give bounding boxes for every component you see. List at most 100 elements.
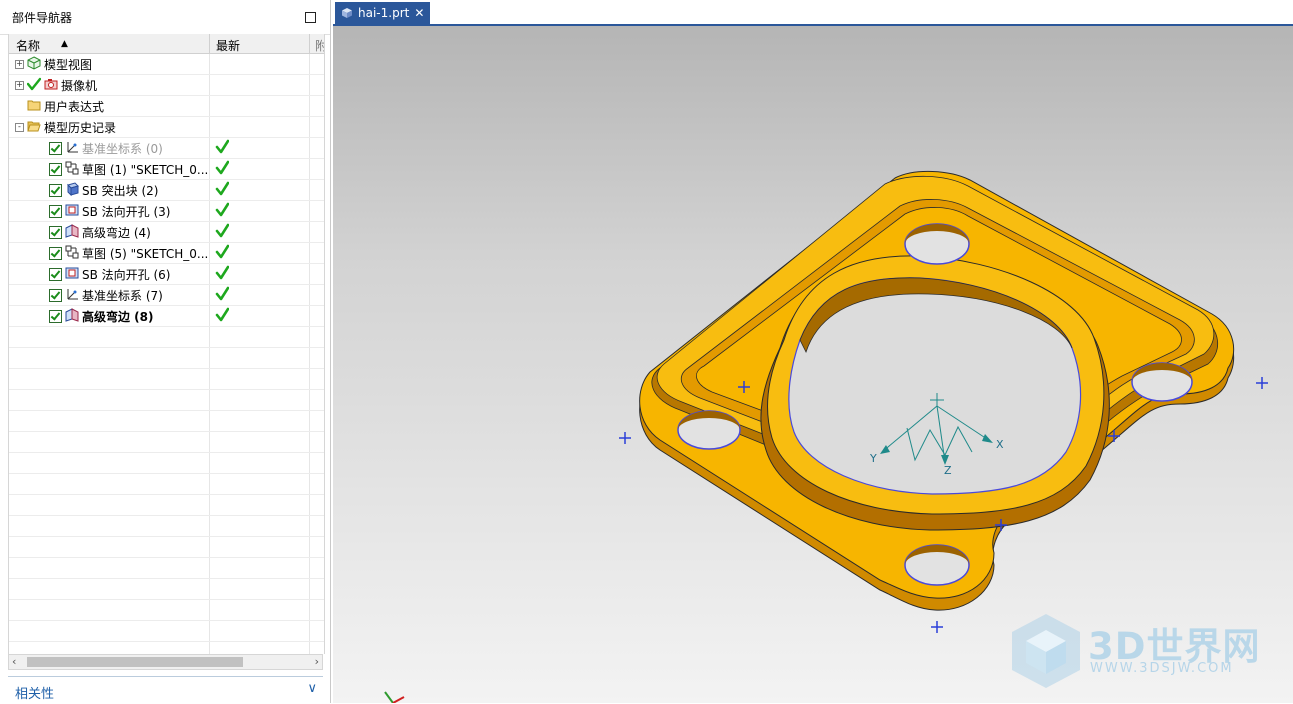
document-tab-bar: hai-1.prt ✕ (333, 0, 1293, 26)
visibility-checkbox[interactable] (49, 309, 62, 323)
empty-row (9, 558, 324, 579)
tree-item-label[interactable]: SB 法向开孔 (6) (82, 266, 170, 283)
visibility-checkbox[interactable] (49, 225, 62, 239)
tree-row[interactable]: - 模型历史记录 (9, 117, 324, 138)
empty-row (9, 621, 324, 642)
expand-icon[interactable]: + (15, 59, 24, 69)
document-tab-label[interactable]: hai-1.prt (358, 6, 409, 20)
axis-z-label: Z (944, 464, 952, 477)
tree-column-header: 名称 ▲ 最新 附 (9, 34, 324, 54)
tree-item-label[interactable]: 基准坐标系 (7) (82, 287, 163, 304)
empty-row (9, 369, 324, 390)
empty-row (9, 516, 324, 537)
visibility-checkbox[interactable] (49, 288, 62, 302)
advanced-flange-icon (65, 223, 79, 241)
navigator-title: 部件导航器 (12, 11, 73, 25)
tree-item-label[interactable]: SB 突出块 (2) (82, 182, 158, 199)
sketch-icon (65, 245, 79, 262)
tree-item-label[interactable]: 模型视图 (44, 56, 92, 73)
latest-check-icon (215, 181, 230, 197)
empty-row (9, 495, 324, 516)
tree-row[interactable]: + 模型视图 (9, 54, 324, 75)
tree-row[interactable]: 草图 (1) "SKETCH_0... (9, 159, 324, 180)
empty-row (9, 600, 324, 621)
expand-icon[interactable]: + (15, 80, 24, 90)
axis-x-label: X (996, 438, 1004, 451)
visibility-checkbox[interactable] (49, 183, 62, 197)
datum-csys-icon (65, 140, 79, 157)
visibility-checkbox[interactable] (49, 267, 62, 281)
tab-feature-icon (65, 181, 79, 199)
graphics-viewport[interactable]: X Y Z (333, 26, 1293, 703)
navigator-tree[interactable]: 名称 ▲ 最新 附 + 模型视图 + 摄像机用户表达式 - 模型历史记录基准坐标系 (0)… (8, 34, 325, 654)
empty-row (9, 474, 324, 495)
tree-item-label[interactable]: 摄像机 (61, 77, 97, 94)
visible-check-icon[interactable] (27, 77, 41, 94)
visibility-checkbox[interactable] (49, 141, 62, 155)
navigator-header: 部件导航器 (0, 0, 330, 35)
tree-row[interactable]: 基准坐标系 (7) (9, 285, 324, 306)
column-extra-header[interactable]: 附 (315, 37, 324, 54)
dependencies-label[interactable]: 相关性 (15, 683, 54, 702)
tree-row[interactable]: SB 突出块 (2) (9, 180, 324, 201)
tree-item-label[interactable]: 高级弯边 (4) (82, 224, 151, 241)
normal-cutout-icon (65, 266, 79, 283)
visibility-checkbox[interactable] (49, 162, 62, 176)
tree-row[interactable]: SB 法向开孔 (6) (9, 264, 324, 285)
empty-row (9, 327, 324, 348)
latest-check-icon (215, 223, 230, 239)
empty-row (9, 579, 324, 600)
part-navigator-panel: 部件导航器 名称 ▲ 最新 附 + 模型视图 + 摄像机用户表达式 - 模型历史记录基准坐… (0, 0, 331, 703)
watermark-logo-icon (1012, 614, 1080, 688)
axis-y-label: Y (869, 452, 877, 465)
tree-row[interactable]: 高级弯边 (4) (9, 222, 324, 243)
part-file-icon (342, 8, 352, 18)
folder-icon (27, 98, 41, 115)
tree-row[interactable]: 草图 (5) "SKETCH_0... (9, 243, 324, 264)
sort-ascending-icon[interactable]: ▲ (61, 39, 68, 49)
model-views-icon (27, 55, 41, 73)
column-name-header[interactable]: 名称 (16, 37, 40, 54)
view-triad-icon (384, 691, 405, 703)
visibility-checkbox[interactable] (49, 246, 62, 260)
watermark-url: WWW.3DSJW.COM (1090, 661, 1234, 676)
scroll-left-icon[interactable]: ‹ (12, 655, 16, 668)
tree-item-label[interactable]: 基准坐标系 (0) (82, 140, 163, 157)
latest-check-icon (215, 160, 230, 176)
tree-item-label[interactable]: 草图 (1) "SKETCH_0... (82, 161, 208, 178)
empty-row (9, 390, 324, 411)
scroll-right-icon[interactable]: › (315, 655, 319, 668)
document-tab[interactable]: hai-1.prt ✕ (335, 2, 430, 24)
tree-item-label[interactable]: 高级弯边 (8) (82, 308, 154, 325)
sketch-icon (65, 161, 79, 178)
chevron-down-icon[interactable]: ∨ (307, 681, 317, 696)
visible-check-icon (27, 77, 41, 90)
visibility-checkbox[interactable] (49, 204, 62, 218)
horizontal-scrollbar[interactable]: ‹ › (8, 654, 323, 670)
normal-cutout-icon (65, 203, 79, 220)
latest-check-icon (215, 139, 230, 155)
collapse-icon[interactable]: - (15, 122, 24, 132)
tree-item-label[interactable]: 模型历史记录 (44, 119, 116, 136)
dependencies-section[interactable]: 相关性 ∨ (8, 676, 323, 704)
tree-rows: + 模型视图 + 摄像机用户表达式 - 模型历史记录基准坐标系 (0) 草图 (1) "SK… (9, 54, 324, 654)
empty-row (9, 432, 324, 453)
tree-item-label[interactable]: 用户表达式 (44, 98, 104, 115)
tree-item-label[interactable]: 草图 (5) "SKETCH_0... (82, 245, 208, 262)
part-model[interactable]: X Y Z (333, 26, 1293, 703)
latest-check-icon (215, 307, 230, 323)
latest-check-icon (215, 265, 230, 281)
tree-item-label[interactable]: SB 法向开孔 (3) (82, 203, 170, 220)
maximize-icon[interactable] (305, 12, 316, 23)
tree-row[interactable]: 基准坐标系 (0) (9, 138, 324, 159)
empty-row (9, 411, 324, 432)
latest-check-icon (215, 286, 230, 302)
tree-row[interactable]: SB 法向开孔 (3) (9, 201, 324, 222)
close-icon[interactable]: ✕ (414, 6, 424, 20)
column-latest-header[interactable]: 最新 (216, 37, 240, 54)
tree-row[interactable]: + 摄像机 (9, 75, 324, 96)
latest-check-icon (215, 202, 230, 218)
tree-row[interactable]: 用户表达式 (9, 96, 324, 117)
tree-row[interactable]: 高级弯边 (8) (9, 306, 324, 327)
scroll-thumb[interactable] (27, 657, 243, 667)
